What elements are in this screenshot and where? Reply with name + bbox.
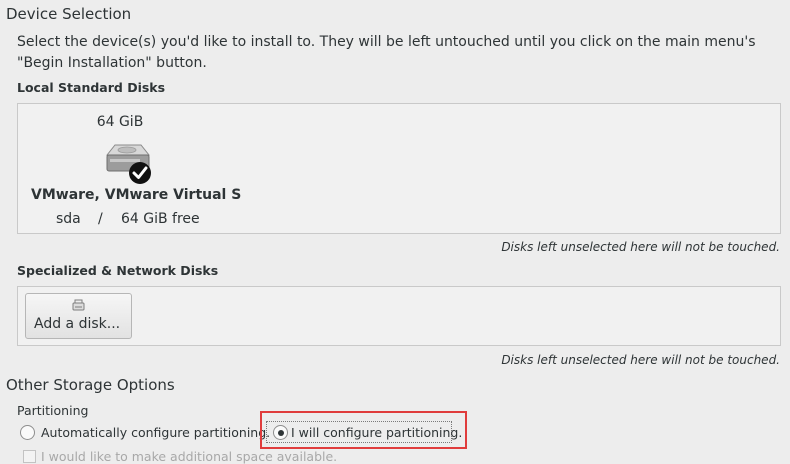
additional-space-label: I would like to make additional space av… — [41, 449, 338, 464]
disk-size: 64 GiB — [96, 114, 144, 130]
auto-partitioning-option[interactable]: Automatically configure partitioning. — [20, 424, 270, 441]
network-disks-panel: Add a disk... — [17, 286, 781, 346]
intro-text-line2: "Begin Installation" button. — [17, 55, 207, 71]
local-disks-note: Disks left unselected here will not be t… — [501, 240, 780, 254]
device-selection-title: Device Selection — [6, 5, 132, 23]
disk-detail-separator: / — [98, 211, 103, 227]
hard-disk-icon — [105, 144, 151, 184]
local-disks-panel: 64 GiB VMware, VMware Virtual S sda / 64… — [17, 103, 781, 234]
disk-tile-sda[interactable]: 64 GiB VMware, VMware Virtual S sda / 64… — [29, 107, 241, 229]
disk-device: sda — [56, 211, 81, 227]
auto-partitioning-label: Automatically configure partitioning. — [41, 425, 271, 440]
local-disks-heading: Local Standard Disks — [17, 80, 166, 95]
network-disks-heading: Specialized & Network Disks — [17, 263, 219, 278]
additional-space-option: I would like to make additional space av… — [23, 449, 337, 464]
manual-partitioning-label: I will configure partitioning. — [291, 425, 463, 440]
disk-free-space: 64 GiB free — [121, 211, 200, 227]
intro-text-line1: Select the device(s) you'd like to insta… — [17, 34, 756, 50]
add-disk-button-label: Add a disk... — [34, 316, 121, 332]
network-disk-icon — [72, 299, 85, 311]
network-disks-note: Disks left unselected here will not be t… — [501, 353, 780, 367]
additional-space-checkbox — [23, 450, 36, 463]
auto-partitioning-radio[interactable] — [20, 425, 35, 440]
disk-name: VMware, VMware Virtual S — [31, 187, 242, 203]
other-storage-title: Other Storage Options — [6, 376, 175, 394]
partitioning-heading: Partitioning — [17, 403, 89, 418]
add-disk-button[interactable]: Add a disk... — [25, 293, 132, 339]
manual-partitioning-option[interactable]: I will configure partitioning. — [266, 421, 462, 443]
manual-partitioning-radio[interactable] — [273, 425, 288, 440]
